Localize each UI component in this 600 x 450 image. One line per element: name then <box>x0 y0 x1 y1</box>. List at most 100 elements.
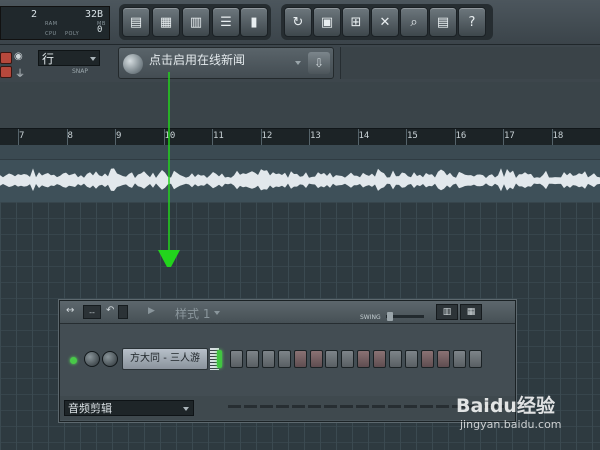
step-button[interactable] <box>357 350 371 368</box>
channel-led[interactable] <box>70 357 77 364</box>
download-button[interactable]: ⇩ <box>308 52 330 74</box>
chevron-down-icon <box>90 57 96 61</box>
record-icon[interactable] <box>0 52 12 64</box>
bars-icon: ▥ <box>442 307 452 317</box>
swing-slider-handle[interactable] <box>387 312 393 321</box>
download-icon: ⇩ <box>313 56 325 70</box>
resize-arrows-icon[interactable]: ↔ <box>66 305 74 316</box>
record-toggle[interactable] <box>118 305 128 319</box>
channel-type-value: 音频剪辑 <box>68 402 112 415</box>
playlist-header <box>0 82 600 128</box>
globe-icon <box>123 54 143 74</box>
meter-value-a: 2 <box>31 9 38 20</box>
undo-button[interactable]: ↻ <box>284 7 312 37</box>
step-sequencer-titlebar[interactable]: ↔ -- ↶ ▶ 样式 1 SWING ▥ ▦ <box>60 301 515 324</box>
play-pattern-icon[interactable]: ▶ <box>148 306 155 316</box>
browser-icon: ☰ <box>220 14 232 30</box>
meter-value-g: 0 <box>97 25 103 35</box>
stop-icon[interactable] <box>0 66 12 78</box>
ruler-tick-label: 7 <box>19 131 25 141</box>
step-button[interactable] <box>389 350 402 368</box>
pan-knob[interactable] <box>84 351 100 367</box>
waveform-graphic <box>0 168 600 192</box>
step-sequencer-icon: ▦ <box>159 14 173 30</box>
step-button[interactable] <box>309 350 323 368</box>
meter-value-b: 32B <box>85 9 104 20</box>
step-button[interactable] <box>420 350 434 368</box>
ruler-tick-label: 15 <box>407 131 418 141</box>
online-news-text: 点击启用在线新闻 <box>149 53 246 67</box>
main-toolbar: 2 32B RAM MB CPU POLY 0 ▤ ▦ ▥ ☰ ▮ ↻ ▣ ⊞ … <box>0 0 600 45</box>
step-button[interactable] <box>293 350 307 368</box>
ruler-tick-label: 9 <box>116 131 122 141</box>
step-button[interactable] <box>261 350 275 368</box>
channel-name-button[interactable]: 方大同 - 三人游 <box>122 348 208 370</box>
watermark-url: jingyan.baidu.com <box>460 418 562 431</box>
ruler-tick-label: 12 <box>261 131 273 141</box>
meter-cpu-label: CPU <box>45 31 57 37</box>
step-button[interactable] <box>245 350 259 368</box>
step-button[interactable] <box>468 350 482 368</box>
ruler-tick-label: 17 <box>504 131 515 141</box>
track-header-band <box>0 145 600 159</box>
piano-roll-icon: ▥ <box>189 14 203 30</box>
undo-icon[interactable]: ↶ <box>106 305 114 316</box>
search-icon: ⌕ <box>410 14 418 30</box>
meter-ram-label: RAM <box>45 21 58 27</box>
piano-roll-button[interactable]: ▥ <box>182 7 210 37</box>
ruler-tick-label: 16 <box>455 131 467 141</box>
step-button[interactable] <box>436 350 450 368</box>
step-button[interactable] <box>325 350 339 368</box>
undo-icon: ↻ <box>292 14 304 30</box>
tools-button[interactable]: ✕ <box>371 7 399 37</box>
step-sequencer-button[interactable]: ▦ <box>152 7 180 37</box>
playlist-button[interactable]: ▤ <box>122 7 150 37</box>
swing-label: SWING <box>360 314 381 321</box>
left-mini-icons: ◉ ⏚ <box>0 50 28 80</box>
channel-rack: 方大同 - 三人游 <box>60 324 515 396</box>
mixer-icon: ▮ <box>250 14 258 30</box>
online-news-bar[interactable]: 点击启用在线新闻 ⇩ <box>118 47 334 79</box>
ruler-tick-label: 14 <box>358 131 370 141</box>
meter-poly-label: POLY <box>65 31 80 37</box>
chevron-down-icon <box>183 407 189 411</box>
keyboard-view-button[interactable]: ▦ <box>460 304 482 320</box>
step-sequencer-footer: 音频剪辑 <box>60 396 515 420</box>
volume-knob[interactable] <box>102 351 118 367</box>
snap-select[interactable]: 行 <box>38 50 100 66</box>
browser-button[interactable]: ☰ <box>212 7 240 37</box>
chevron-down-icon[interactable] <box>295 61 301 65</box>
mode-button[interactable]: -- <box>83 305 101 319</box>
document-button[interactable]: ▤ <box>429 7 457 37</box>
graph-view-button[interactable]: ▥ <box>436 304 458 320</box>
snap-label: SNAP <box>72 68 89 75</box>
step-button[interactable] <box>277 350 291 368</box>
pattern-name[interactable]: 样式 1 <box>175 305 210 322</box>
ruler-tick-label: 11 <box>213 131 224 141</box>
search-button[interactable]: ⌕ <box>400 7 428 37</box>
eye-icon[interactable]: ◉ <box>14 51 23 62</box>
render-button[interactable]: ⊞ <box>342 7 370 37</box>
step-button[interactable] <box>230 350 243 368</box>
help-icon: ? <box>468 14 476 30</box>
timeline-ruler[interactable]: 7 8 9 10 11 12 13 14 15 16 17 18 <box>0 128 600 146</box>
channel-type-select[interactable]: 音频剪辑 <box>64 400 194 416</box>
step-sequencer-window: ↔ -- ↶ ▶ 样式 1 SWING ▥ ▦ 方大同 - 三人游 音频剪辑 <box>59 300 516 422</box>
step-button[interactable] <box>373 350 387 368</box>
help-button[interactable]: ? <box>458 7 486 37</box>
save-button[interactable]: ▣ <box>313 7 341 37</box>
tools-icon: ✕ <box>379 14 391 30</box>
mixer-button[interactable]: ▮ <box>240 7 268 37</box>
snap-value: 行 <box>42 52 55 66</box>
step-button[interactable] <box>452 350 466 368</box>
step-button[interactable] <box>404 350 418 368</box>
channel-select-indicator[interactable] <box>217 350 222 368</box>
chevron-down-icon[interactable] <box>214 311 220 315</box>
joystick-icon[interactable]: ⏚ <box>15 65 25 80</box>
audio-waveform-track[interactable] <box>0 160 600 202</box>
step-button[interactable] <box>341 350 355 368</box>
keyboard-icon: ▦ <box>466 307 476 317</box>
watermark-brand: Baidu经验 <box>456 395 555 417</box>
ruler-tick-label: 13 <box>310 131 321 141</box>
ruler-tick-label: 8 <box>67 131 73 141</box>
